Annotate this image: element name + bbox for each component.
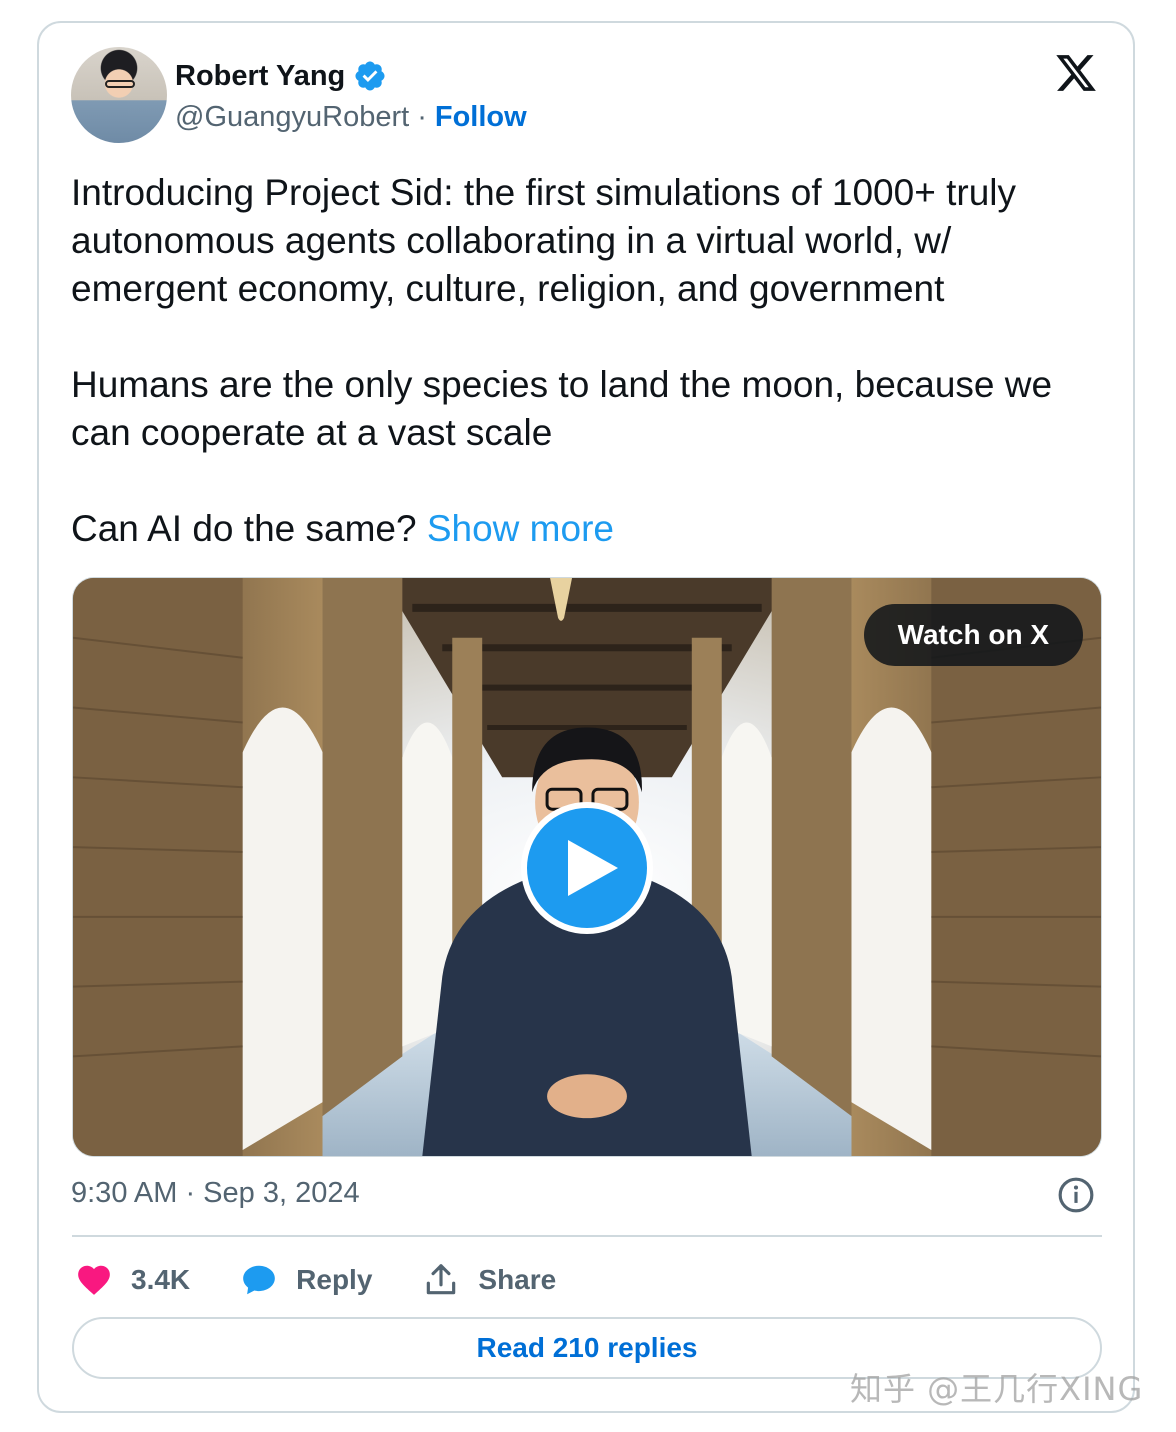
tweet-paragraph-text: Can AI do the same? — [71, 508, 417, 549]
follow-button[interactable]: Follow — [435, 101, 527, 134]
heart-icon — [78, 1265, 110, 1295]
tweet-paragraph: Introducing Project Sid: the first simul… — [71, 172, 1016, 309]
separator-dot: · — [417, 101, 427, 133]
tweet-text: Introducing Project Sid: the first simul… — [71, 169, 1111, 553]
like-count: 3.4K — [131, 1264, 191, 1295]
like-button[interactable]: 3.4K — [75, 1261, 190, 1299]
show-more-link[interactable]: Show more — [427, 508, 614, 549]
info-icon[interactable] — [1057, 1176, 1095, 1214]
action-bar: 3.4K Reply Share — [75, 1257, 606, 1303]
author-name[interactable]: Robert Yang — [175, 60, 345, 93]
author-name-row: Robert Yang — [175, 59, 387, 93]
reply-button[interactable]: Reply — [240, 1261, 372, 1299]
video-player[interactable]: Watch on X — [72, 577, 1102, 1157]
share-icon — [427, 1264, 456, 1295]
divider — [72, 1235, 1102, 1237]
avatar[interactable] — [71, 47, 167, 143]
reply-bubble-icon — [243, 1265, 275, 1295]
author-handle[interactable]: @GuangyuRobert — [175, 101, 409, 134]
verified-badge-icon — [355, 61, 385, 91]
tweet-card: Robert Yang @GuangyuRobert · Follow Intr… — [37, 21, 1135, 1413]
share-button[interactable]: Share — [422, 1261, 556, 1299]
share-label: Share — [478, 1264, 557, 1295]
avatar-glasses — [105, 80, 135, 88]
reply-label: Reply — [296, 1264, 373, 1295]
play-icon — [568, 840, 618, 896]
x-logo-icon[interactable] — [1053, 51, 1099, 95]
author-handle-row: @GuangyuRobert · Follow — [175, 101, 527, 134]
watch-on-x-button[interactable]: Watch on X — [863, 604, 1083, 666]
tweet-paragraph-last: Can AI do the same? Show more — [71, 505, 1111, 553]
timestamp[interactable]: 9:30 AM · Sep 3, 2024 — [71, 1177, 360, 1210]
play-button[interactable] — [521, 802, 653, 934]
tweet-paragraph: Humans are the only species to land the … — [71, 364, 1053, 453]
watermark: 知乎 @王几行XING — [850, 1370, 1144, 1408]
